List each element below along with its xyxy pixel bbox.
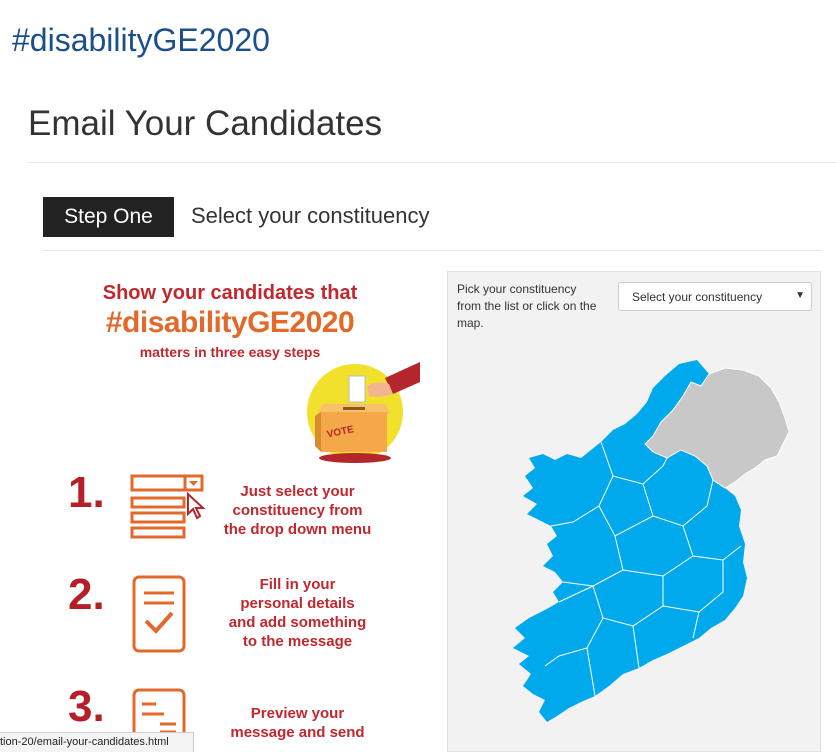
step-2-line: Fill in your: [259, 576, 336, 593]
step-1-line: Just select your: [240, 483, 355, 500]
step-3-line: message and send: [230, 724, 365, 741]
step-1-number: 1.: [68, 468, 105, 517]
title-divider: [28, 162, 836, 163]
constituency-select-value: Select your constituency: [632, 290, 763, 304]
step-description: Select your constituency: [191, 203, 430, 228]
step-divider: [43, 250, 822, 251]
step-3-description: Preview your message and send: [210, 704, 385, 742]
page-title: Email Your Candidates: [28, 104, 383, 143]
constituency-select[interactable]: Select your constituency ▼: [618, 282, 812, 311]
dropdown-menu-icon: [130, 474, 206, 539]
step-badge: Step One: [43, 197, 174, 237]
chevron-down-icon: ▼: [795, 290, 805, 301]
infographic-line-1: Show your candidates that: [102, 282, 358, 304]
step-1-line: constituency from: [232, 502, 363, 519]
step-1-line: the drop down menu: [223, 521, 372, 538]
step-1-description: Just select your constituency from the d…: [210, 482, 385, 539]
site-hashtag: #disabilityGE2020: [12, 22, 270, 58]
status-bar-url: tion-20/email-your-candidates.html: [0, 732, 194, 752]
step-2-line: personal details: [240, 595, 355, 612]
step-2-description: Fill in your personal details and add so…: [210, 575, 385, 651]
step-3-number: 3.: [68, 682, 105, 731]
infographic-hashtag: #disabilityGE2020: [105, 306, 355, 339]
step-2-number: 2.: [68, 570, 105, 619]
constituency-map-panel: Pick your constituency from the list or …: [447, 271, 821, 752]
instructions-infographic: Show your candidates that #disabilityGE2…: [50, 270, 430, 752]
infographic-line-3: matters in three easy steps: [139, 344, 321, 360]
form-checklist-icon: [132, 575, 186, 653]
ballot-box-icon: VOTE: [307, 362, 420, 463]
step-3-line: Preview your: [250, 705, 345, 722]
step-2-line: and add something: [228, 614, 367, 631]
step-2-line: to the message: [242, 633, 353, 650]
ireland-constituency-map[interactable]: [503, 356, 803, 726]
map-hint-text: Pick your constituency from the list or …: [457, 282, 597, 330]
